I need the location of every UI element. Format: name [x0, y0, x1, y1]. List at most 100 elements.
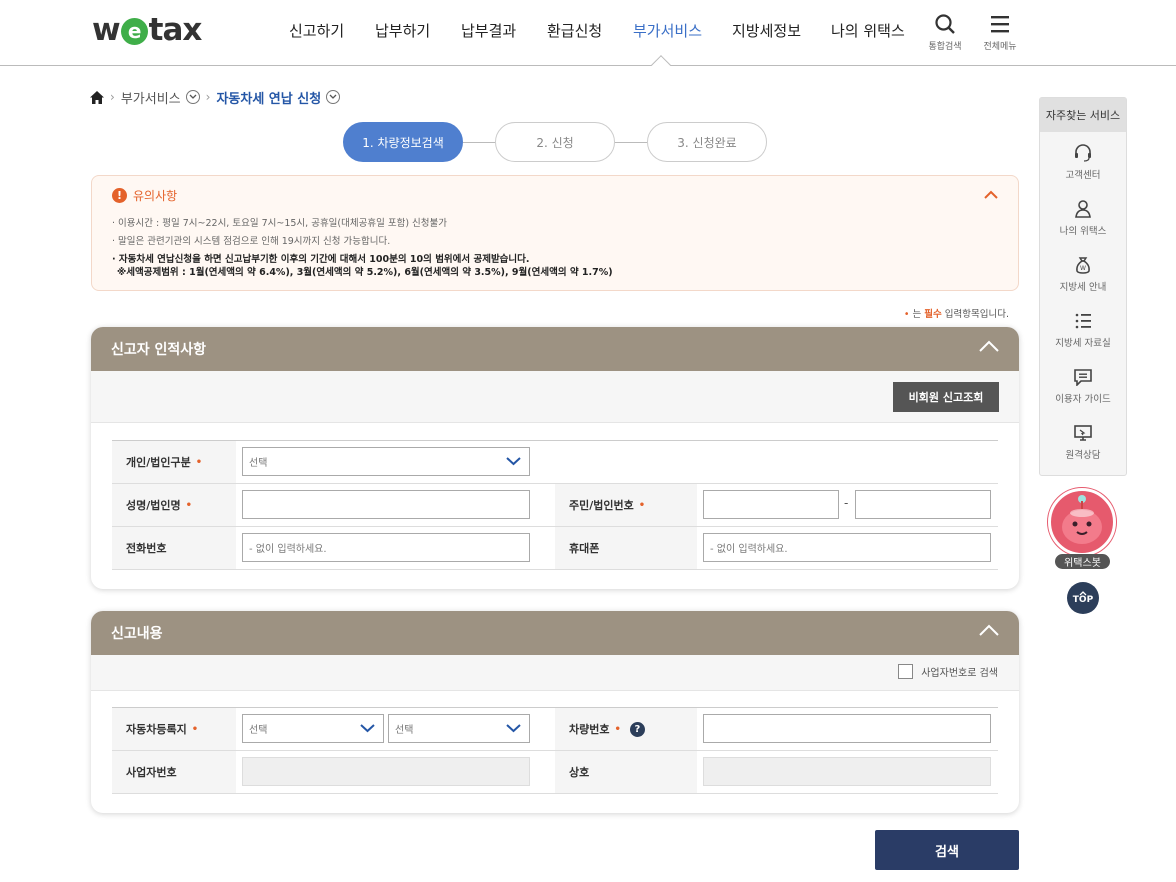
label-text: 사업자번호 [126, 766, 177, 779]
checkbox-box[interactable] [898, 664, 914, 679]
registration-region-select[interactable]: 선택 [242, 714, 384, 743]
collapse-chevron-up-icon[interactable] [979, 624, 999, 636]
nav-item-pay-result[interactable]: 납부결과 [461, 20, 516, 41]
bot-label[interactable]: 위택스봇 [1055, 554, 1110, 569]
required-word: 필수 [924, 309, 942, 320]
person-type-select[interactable]: 선택 [242, 447, 530, 476]
search-label: 통합검색 [928, 42, 962, 52]
form-row: 성명/법인명 • 주민/법인번호 • - [112, 484, 998, 527]
registration-district-select[interactable]: 선택 [388, 714, 530, 743]
form-row: 개인/법인구분 • 선택 [112, 441, 998, 484]
chevron-down-icon [506, 724, 521, 733]
money-bag-icon: W [1076, 257, 1090, 274]
section-title: 신고내용 [111, 626, 163, 642]
step-connector [463, 142, 495, 143]
scroll-to-top-button[interactable]: TOP [1067, 582, 1099, 614]
notice-title-text: 유의사항 [133, 189, 178, 203]
breadcrumb-item-extra-services[interactable]: 부가서비스 [121, 88, 181, 107]
required-mark: • [191, 723, 199, 735]
required-mark: • [195, 456, 203, 468]
wetax-bot-avatar[interactable] [1048, 488, 1116, 556]
monitor-icon [1074, 425, 1092, 441]
logo-e-badge: e [120, 17, 148, 45]
chatbot-mascot-icon [1062, 495, 1102, 544]
home-icon[interactable] [90, 90, 104, 104]
form-label: 차량번호 •? [555, 708, 697, 750]
form-label: 휴대폰 [555, 527, 697, 569]
step-1-vehicle-search: 1. 차량정보검색 [343, 122, 463, 162]
id-number-second-input[interactable] [855, 490, 991, 519]
notice-line: · 자동차세 연납신청을 하면 신고납부기한 이후의 기간에 대해서 100분의… [112, 254, 530, 265]
chevron-down-icon[interactable] [185, 90, 200, 104]
non-member-lookup-button[interactable]: 비회원 신고조회 [893, 382, 999, 412]
section-toolbar: 비회원 신고조회 [91, 371, 1019, 423]
notice-line: ※세액공제범위 : 1월(연세액의 약 6.4%), 3월(연세액의 약 5.2… [117, 267, 613, 278]
all-menu-button[interactable]: 전체메뉴 [978, 13, 1022, 52]
form-label: 상호 [555, 751, 697, 793]
chevron-down-icon[interactable] [326, 90, 341, 104]
checkbox-label: 사업자번호로 검색 [921, 668, 998, 679]
top-label: TOP [1072, 595, 1094, 605]
form-label: 개인/법인구분 • [112, 441, 236, 483]
section-header: 신고내용 [91, 611, 1019, 655]
headset-icon [1075, 144, 1091, 162]
search-button[interactable]: 검색 [875, 830, 1019, 870]
label-text: 개인/법인구분 [126, 456, 191, 469]
step-connector [615, 142, 647, 143]
wetax-logo[interactable]: w e tax [92, 12, 203, 48]
sidebar-item-customer-center[interactable]: 고객센터 [1040, 144, 1126, 181]
sidebar-item-remote-support[interactable]: 원격상담 [1040, 424, 1126, 461]
step-3-complete: 3. 신청완료 [647, 122, 767, 162]
sidebar-item-label: 지방세 안내 [1059, 282, 1107, 293]
nav-item-extra-services[interactable]: 부가서비스 [633, 20, 702, 41]
hamburger-icon [991, 16, 1009, 33]
sidebar-item-local-tax-archive[interactable]: 지방세 자료실 [1040, 312, 1126, 349]
exclamation-icon: ! [112, 188, 127, 203]
chevron-right-icon: › [110, 90, 115, 104]
business-number-search-checkbox[interactable]: 사업자번호로 검색 [898, 664, 998, 679]
logo-text-tax: tax [148, 12, 203, 48]
input-placeholder: - 없이 입력하세요. [249, 544, 327, 555]
sidebar-item-my-wetax[interactable]: 나의 위택스 [1040, 200, 1126, 237]
nav-item-local-tax-info[interactable]: 지방세정보 [732, 20, 801, 41]
form-label: 자동차등록지 • [112, 708, 236, 750]
nav-item-refund[interactable]: 환급신청 [547, 20, 602, 41]
label-text: 상호 [569, 766, 590, 779]
integrated-search-button[interactable]: 통합검색 [923, 13, 967, 52]
notice-line: · 말일은 관련기관의 시스템 점검으로 인해 19시까지 신청 가능합니다. [112, 236, 391, 247]
help-icon[interactable]: ? [629, 721, 645, 737]
sidebar-item-label: 이용자 가이드 [1055, 394, 1111, 405]
form-row: 자동차등록지 • 선택 선택 차량번호 •? [112, 708, 998, 751]
notice-box: ! 유의사항 · 이용시간 : 평일 7시~22시, 토요일 7시~15시, 공… [91, 175, 1019, 291]
form-label: 성명/법인명 • [112, 484, 236, 526]
id-number-first-input[interactable] [703, 490, 839, 519]
sidebar-item-local-tax-guide[interactable]: W 지방세 안내 [1040, 256, 1126, 293]
nav-item-pay[interactable]: 납부하기 [375, 20, 430, 41]
sidebar-item-label: 나의 위택스 [1059, 226, 1107, 237]
chevron-down-icon [360, 724, 375, 733]
phone-input[interactable]: - 없이 입력하세요. [242, 533, 530, 562]
select-value: 선택 [395, 725, 414, 736]
form-row: 사업자번호 상호 [112, 751, 998, 794]
search-icon [935, 14, 955, 34]
mobile-input[interactable]: - 없이 입력하세요. [703, 533, 991, 562]
collapse-chevron-up-icon[interactable] [984, 190, 998, 199]
chat-icon [1074, 369, 1092, 386]
name-input[interactable] [242, 490, 530, 519]
nav-item-my-wetax[interactable]: 나의 위택스 [831, 20, 905, 41]
required-mark: • [614, 723, 621, 735]
breadcrumb-item-current[interactable]: 자동차세 연납 신청 [216, 88, 321, 107]
sidebar-item-user-guide[interactable]: 이용자 가이드 [1040, 368, 1126, 405]
list-icon [1075, 313, 1091, 329]
label-text: 자동차등록지 [126, 723, 187, 736]
reporter-form-table: 개인/법인구분 • 선택 성명/법인명 • 주민/법인번호 • - 전화번호 - 없이… [112, 440, 998, 570]
section-header: 신고자 인적사항 [91, 327, 1019, 371]
collapse-chevron-up-icon[interactable] [979, 340, 999, 352]
section-title: 신고자 인적사항 [111, 342, 207, 358]
nav-item-report[interactable]: 신고하기 [289, 20, 344, 41]
sidebar-item-label: 고객센터 [1065, 170, 1101, 181]
label-text: 전화번호 [126, 542, 167, 555]
car-number-input[interactable] [703, 714, 991, 743]
step-2-apply: 2. 신청 [495, 122, 615, 162]
form-label: 전화번호 [112, 527, 236, 569]
